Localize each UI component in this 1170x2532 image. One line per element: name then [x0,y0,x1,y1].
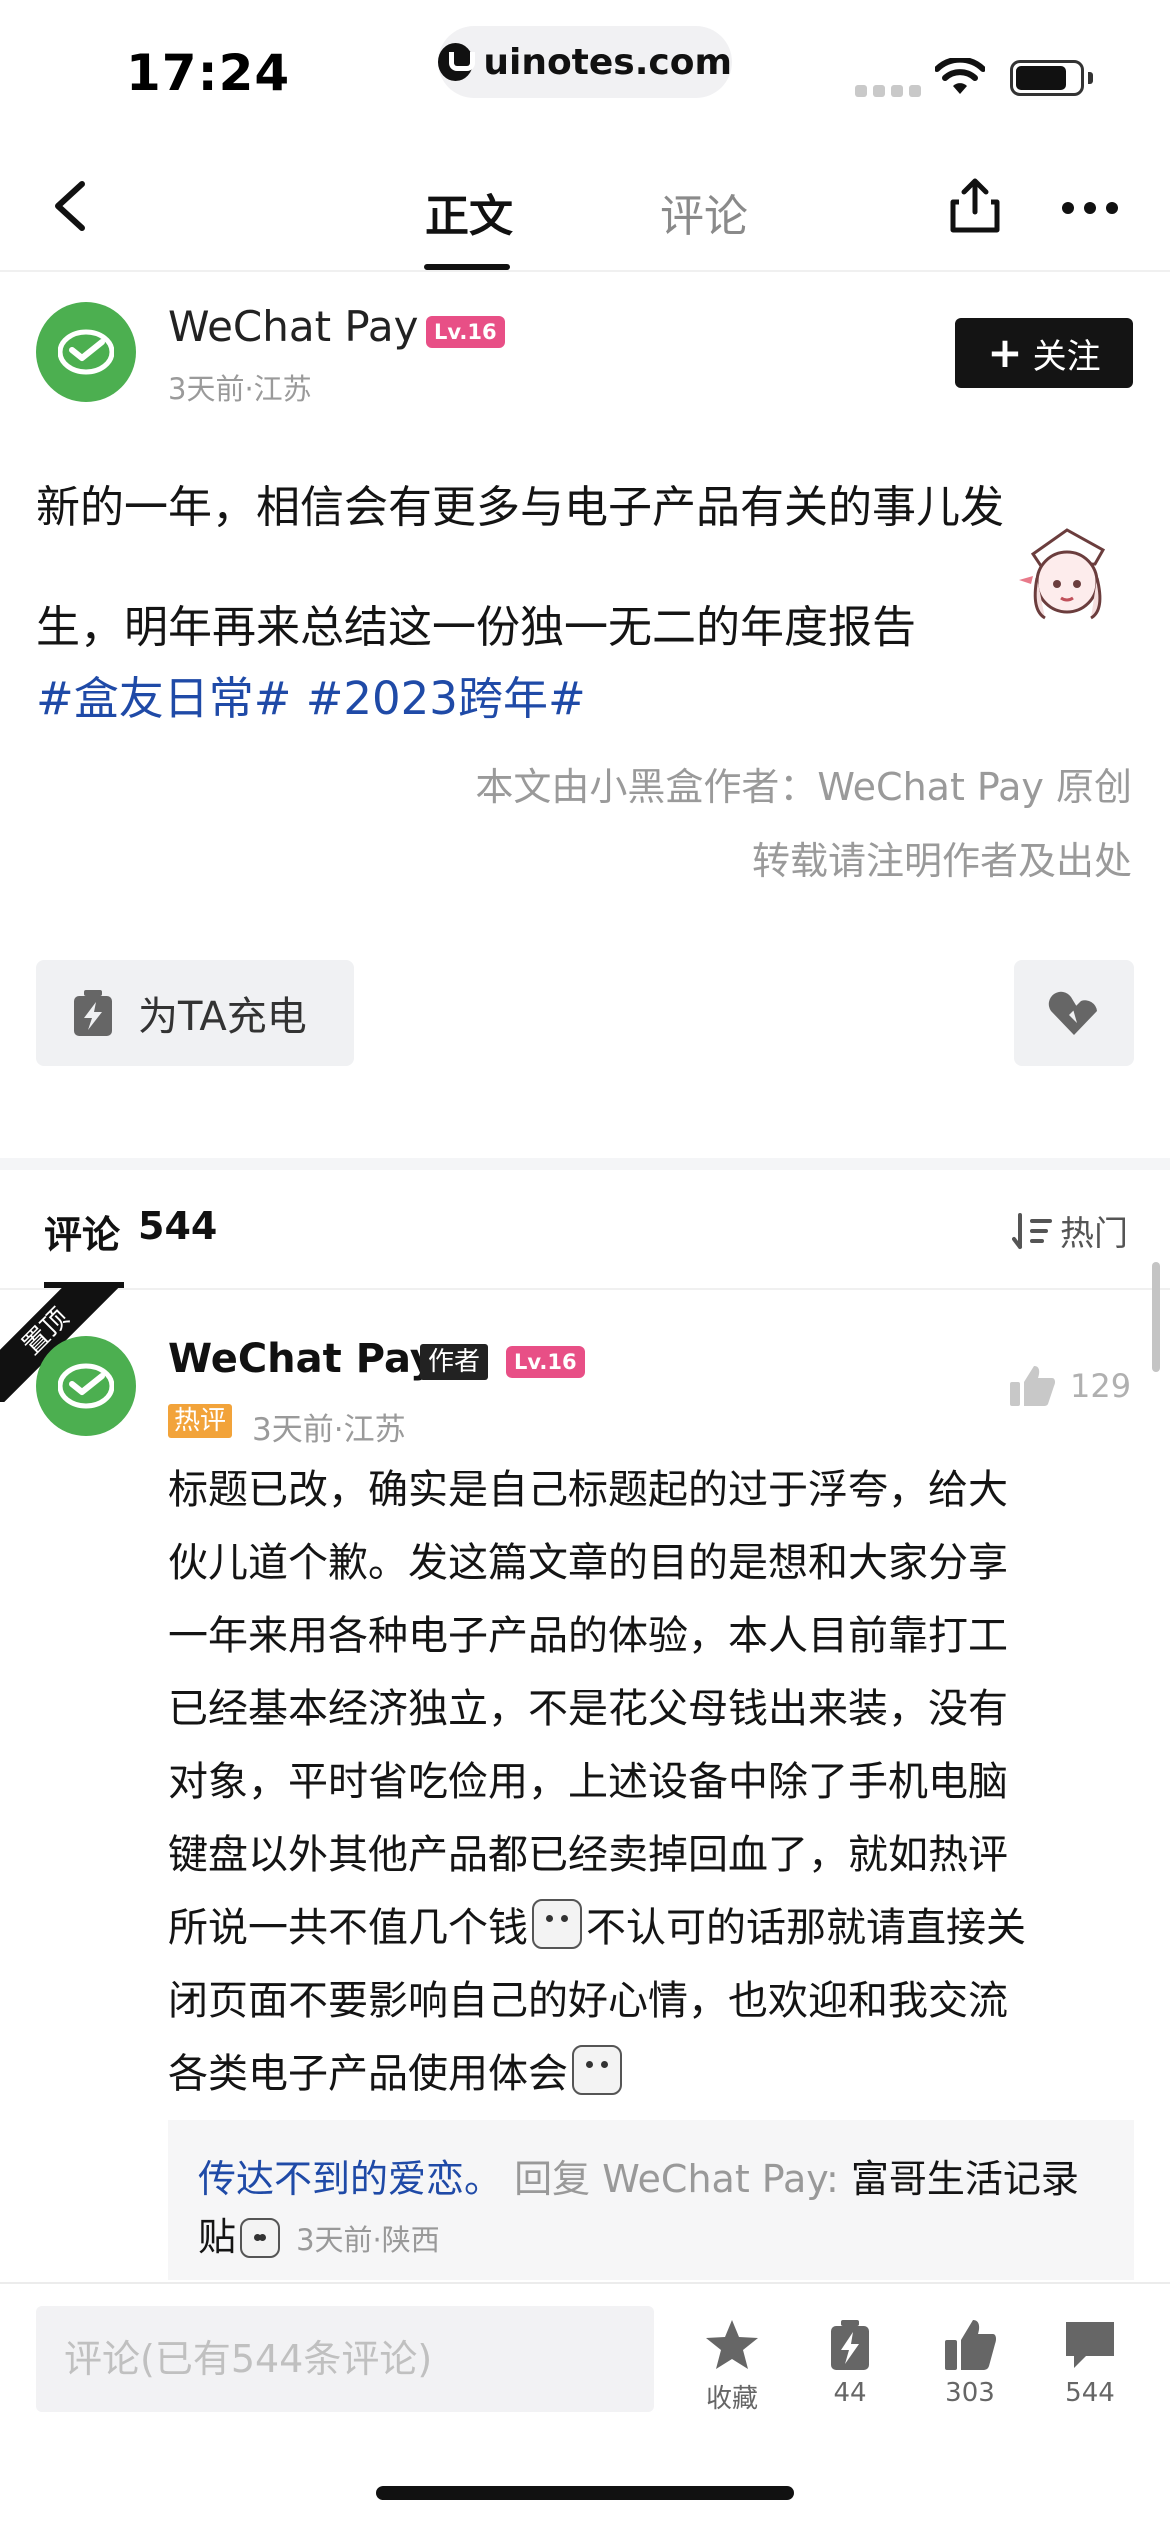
tab-main-text[interactable]: 正文 [425,180,513,244]
scrollbar[interactable] [1152,1262,1160,1372]
comments-header-divider [0,1288,1170,1290]
post-hashtags[interactable]: #盒友日常# #2023跨年# [36,662,586,727]
charge-action-button[interactable]: 44 [810,2318,890,2408]
comment-line: 所说一共不值几个钱 不认可的话那就请直接关 [168,1892,1138,1965]
comment-line: 键盘以外其他产品都已经卖掉回血了，就如热评 [168,1832,1008,1878]
home-indicator[interactable] [376,2486,794,2500]
wechat-pay-logo-icon [58,1363,114,1409]
comment-body: 标题已改，确实是自己标题起的过于浮夸，给大 伙儿道个歉。发这篇文章的目的是想和大… [168,1454,1138,2111]
status-time: 17:24 [126,44,291,102]
comment-bubble-icon [1066,2322,1114,2368]
reply-content: 富哥生活记录 [850,2157,1079,2201]
copyright-line-2: 转载请注明作者及出处 [751,839,1132,883]
comment-action-button[interactable]: 544 [1050,2318,1130,2408]
charge-button[interactable]: 为TA充电 [36,960,354,1066]
nav-bar: 正文 评论 [0,140,1170,272]
comment-like-button[interactable]: 129 [1008,1364,1131,1408]
star-icon [706,2320,758,2369]
comments-count: 544 [138,1204,218,1248]
comment-line-part: 不认可的话那就请直接关 [586,1905,1026,1951]
thumbs-up-icon [945,2320,997,2370]
sweat-emoji-icon [532,1899,582,1949]
comment-input[interactable] [36,2306,654,2412]
level-badge: Lv.16 [426,316,505,348]
comment-count: 544 [1065,2378,1115,2408]
dislike-button[interactable] [1014,960,1134,1066]
author-tag: 作者 [420,1344,489,1380]
battery-charge-icon [74,990,112,1036]
comment-meta: 3天前·江苏 [252,1412,406,1448]
broken-heart-icon [1048,991,1097,1035]
wechat-pay-logo-icon [58,329,114,375]
thumbs-up-icon [1010,1366,1056,1406]
section-divider [0,1158,1170,1170]
sort-hot-button[interactable]: 热门 [1012,1206,1128,1255]
comment-like-count: 129 [1070,1367,1132,1405]
reply-user[interactable]: 传达不到的爱恋。 [198,2157,502,2201]
battery-tip [1088,72,1093,84]
post-meta: 3天前·江苏 [168,372,312,406]
back-icon[interactable] [44,176,100,236]
favorite-label: 收藏 [705,2384,758,2414]
status-bar: 17:24 uinotes.com [0,0,1170,140]
comment-line: 闭页面不要影响自己的好心情，也欢迎和我交流 [168,1978,1008,2024]
comments-title: 评论 [44,1213,121,1257]
wifi-icon [935,58,985,94]
like-action-button[interactable]: 303 [930,2318,1010,2408]
comment-line: 对象，平时省吃俭用，上述设备中除了手机电脑 [168,1759,1008,1805]
dog-emoji-icon [240,2218,281,2258]
comment-line-part: 所说一共不值几个钱 [168,1905,528,1951]
copyright-line-1: 本文由小黑盒作者：WeChat Pay 原创 [475,765,1132,809]
signal-icon [855,85,921,97]
comment-line-part: 各类电子产品使用体会 [168,2051,568,2097]
reply-content-cont: 贴 [198,2215,237,2259]
comment-line: 标题已改，确实是自己标题起的过于浮夸，给大 [168,1467,1008,1513]
commenter-name[interactable]: WeChat Pay [168,1336,436,1382]
active-tab-indicator [424,264,510,270]
url-text: uinotes.com [483,41,732,83]
post-line: 新的一年，相信会有更多与电子产品有关的事儿发 [36,482,1004,533]
commenter-avatar[interactable] [36,1336,136,1436]
reply-preview[interactable]: 传达不到的爱恋。 回复 WeChat Pay: 富哥生活记录 贴 3天前·陕西 [168,2120,1134,2280]
reply-meta: 3天前·陕西 [296,2223,440,2257]
battery-charge-icon [831,2320,869,2370]
comment-line: 各类电子产品使用体会 [168,2038,1138,2111]
commenter-level-badge: Lv.16 [506,1346,585,1378]
dog-emoji-icon [572,2045,622,2095]
more-icon[interactable] [1062,202,1118,214]
battery-icon [1010,60,1084,96]
author-avatar[interactable] [36,302,136,402]
reply-label: 回复 WeChat Pay: [514,2157,839,2201]
share-icon[interactable] [945,176,1005,236]
comment-line: 已经基本经济独立，不是花父母钱出来装，没有 [168,1686,1008,1732]
post-body: 新的一年，相信会有更多与电子产品有关的事儿发 生，明年再来总结这一份独一无二的年… [36,448,1136,688]
favorite-button[interactable]: 收藏 [692,2318,772,2415]
url-pill[interactable]: uinotes.com [438,26,732,98]
sort-icon [1012,1212,1052,1249]
tab-comments[interactable]: 评论 [660,180,748,244]
follow-label: 关注 [1032,336,1101,377]
plus-icon: + [987,328,1023,377]
author-name[interactable]: WeChat Pay [168,302,418,351]
charge-count: 44 [833,2378,867,2408]
site-logo-icon [438,43,476,81]
charge-label: 为TA充电 [138,994,307,1040]
hot-comment-tag: 热评 [168,1404,233,1438]
like-count: 303 [945,2378,995,2408]
comment-line: 一年来用各种电子产品的体验，本人目前靠打工 [168,1613,1008,1659]
follow-button[interactable]: + 关注 [955,318,1133,388]
comment-line: 伙儿道个歉。发这篇文章的目的是想和大家分享 [168,1540,1008,1586]
anime-sticker-icon [1019,528,1106,620]
sort-label: 热门 [1060,1214,1128,1254]
